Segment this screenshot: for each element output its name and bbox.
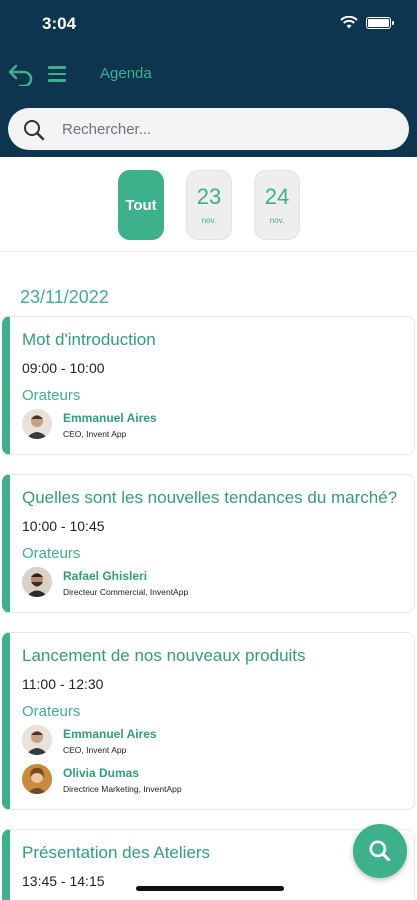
search-icon [24,120,45,141]
speaker-name: Emmanuel Aires [63,727,157,741]
session-title: Présentation des Ateliers [22,843,211,862]
filter-day-month: nov. [269,216,285,225]
speaker[interactable]: Emmanuel Aires CEO, Invent App [22,409,382,441]
session-time: 10:00 - 10:45 [22,518,105,534]
session-time: 11:00 - 12:30 [22,676,104,692]
speaker-role: Directrice Marketing, InventApp [63,784,182,794]
day-heading: 23/11/2022 [20,287,109,307]
session-card[interactable]: Mot d'introduction 09:00 - 10:00 Orateur… [2,316,415,455]
session-card[interactable]: Lancement de nos nouveaux produits 11:00… [2,632,415,810]
search-icon [369,840,391,862]
speaker-role: CEO, Invent App [63,429,127,439]
filter-day-month: nov. [201,216,217,225]
avatar [22,409,52,439]
avatar [22,764,52,794]
speakers-label: Orateurs [22,703,81,720]
session-title: Quelles sont les nouvelles tendances du … [22,488,398,507]
search-bar[interactable] [8,108,409,150]
status-icons [340,16,394,29]
back-arrow-icon[interactable] [8,62,34,86]
wifi-icon [340,16,358,29]
session-title: Mot d'introduction [22,330,156,349]
session-title: Lancement de nos nouveaux produits [22,646,306,665]
menu-icon[interactable] [48,66,66,82]
search-input[interactable] [62,108,392,150]
filter-day-23-button[interactable]: 23 nov. [186,170,232,240]
filter-all-label: Tout [125,196,157,214]
status-time: 3:04 [42,14,77,33]
speakers-label: Orateurs [22,545,81,562]
page-title: Agenda [100,65,152,82]
speaker[interactable]: Rafael Ghisleri Directeur Commercial, In… [22,567,382,599]
filter-day-24-button[interactable]: 24 nov. [254,170,300,240]
home-indicator [136,886,284,891]
filter-all-button[interactable]: Tout [118,170,164,240]
avatar [22,725,52,755]
speakers-label: Orateurs [22,387,81,404]
session-card[interactable]: Quelles sont les nouvelles tendances du … [2,474,415,613]
date-filter: Tout 23 nov. 24 nov. [0,157,417,252]
speaker[interactable]: Emmanuel Aires CEO, Invent App [22,725,382,757]
filter-day-number: 24 [264,184,290,209]
status-bar: 3:04 [0,0,417,46]
avatar [22,567,52,597]
speaker-name: Rafael Ghisleri [63,569,148,583]
speaker-role: Directeur Commercial, InventApp [63,587,189,597]
speaker[interactable]: Olivia Dumas Directrice Marketing, Inven… [22,764,382,796]
filter-day-number: 23 [196,184,222,209]
floating-search-button[interactable] [353,824,407,878]
session-time: 09:00 - 10:00 [22,360,105,376]
speaker-role: CEO, Invent App [63,745,127,755]
speaker-name: Emmanuel Aires [63,411,157,425]
speaker-name: Olivia Dumas [63,766,140,780]
battery-icon [366,16,394,29]
session-time: 13:45 - 14:15 [22,873,105,889]
nav-bar: Agenda [0,56,417,92]
app-header: 3:04 Agenda [0,0,417,157]
